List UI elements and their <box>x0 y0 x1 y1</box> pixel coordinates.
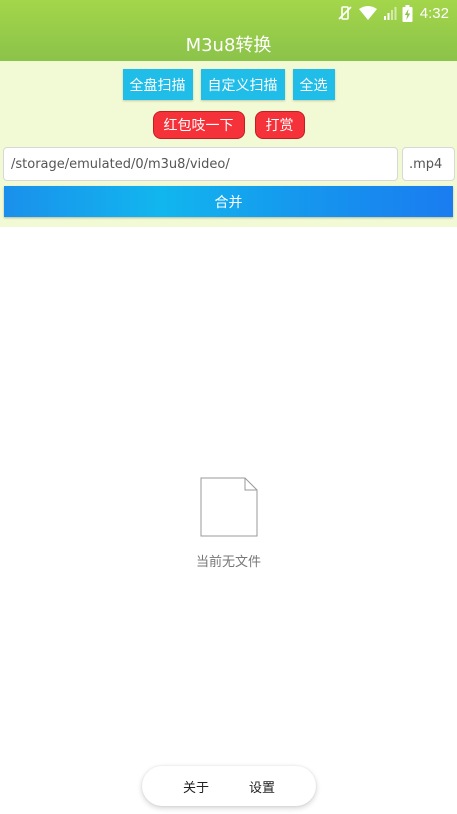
empty-state: 当前无文件 <box>0 477 457 570</box>
app-title: M3u8转换 <box>185 34 272 56</box>
merge-button[interactable]: 合并 <box>4 186 453 217</box>
donate-button-row: 红包吱一下 打赏 <box>0 111 457 139</box>
about-button[interactable]: 关于 <box>163 777 229 796</box>
scan-all-button[interactable]: 全盘扫描 <box>122 69 193 100</box>
path-input[interactable]: /storage/emulated/0/m3u8/video/ <box>3 147 398 181</box>
extension-input[interactable]: .mp4 <box>402 147 455 181</box>
app-header: 4:32 M3u8转换 <box>0 0 457 61</box>
wifi-icon <box>358 5 378 21</box>
red-packet-button[interactable]: 红包吱一下 <box>152 111 245 139</box>
status-time: 4:32 <box>419 4 449 22</box>
bottom-nav: 关于 设置 <box>142 766 316 806</box>
battery-charging-icon <box>402 4 413 22</box>
signal-icon <box>383 5 397 21</box>
mute-vibrate-icon <box>337 5 353 21</box>
tip-button[interactable]: 打赏 <box>254 111 305 139</box>
empty-state-label: 当前无文件 <box>195 555 261 570</box>
settings-button[interactable]: 设置 <box>229 777 295 796</box>
select-all-button[interactable]: 全选 <box>292 69 335 100</box>
tool-panel: 全盘扫描 自定义扫描 全选 红包吱一下 打赏 /storage/emulated… <box>0 61 457 227</box>
status-bar: 4:32 <box>0 0 457 26</box>
scan-button-row: 全盘扫描 自定义扫描 全选 <box>0 69 457 100</box>
custom-scan-button[interactable]: 自定义扫描 <box>200 69 285 100</box>
file-icon <box>200 477 258 541</box>
